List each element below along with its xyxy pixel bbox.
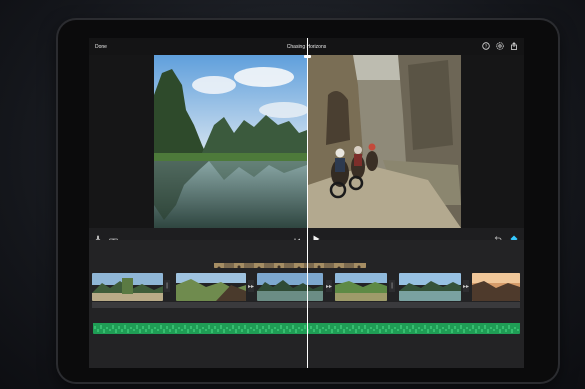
clip-track-underlay (92, 302, 520, 308)
clip-1[interactable] (92, 273, 163, 301)
clip-3[interactable] (257, 273, 323, 301)
svg-text:?: ? (485, 44, 488, 49)
share-icon[interactable] (510, 42, 518, 50)
transition-2[interactable]: ▸▸ (248, 280, 254, 292)
transition-1[interactable]: | (164, 280, 170, 292)
transition-4[interactable]: | (389, 280, 395, 292)
imovie-screen: Done Chasing Horizons ? | ▸▸ ▸▸ | ▸▸ (89, 38, 524, 368)
left-preview-frame (154, 55, 307, 228)
top-icons: ? (482, 42, 518, 50)
transition-3[interactable]: ▸▸ (326, 280, 332, 292)
clip-4[interactable] (335, 273, 387, 301)
clip-6[interactable] (472, 273, 520, 301)
filmstrip-scrubber[interactable] (214, 259, 366, 268)
clip-2[interactable] (176, 273, 246, 301)
playhead[interactable] (307, 38, 308, 368)
right-preview-frame (308, 55, 461, 228)
gear-icon[interactable] (496, 42, 504, 50)
help-icon[interactable]: ? (482, 42, 490, 50)
transition-5[interactable]: ▸▸ (463, 280, 469, 292)
clip-5[interactable] (399, 273, 461, 301)
